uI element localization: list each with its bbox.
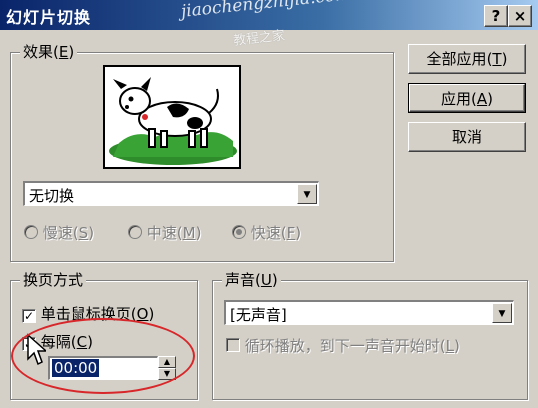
- sound-value: [无声音]: [230, 306, 287, 324]
- preview-image: [103, 65, 241, 169]
- radio-icon: [24, 225, 38, 239]
- checkbox-icon: [226, 338, 240, 352]
- apply-all-button[interactable]: 全部应用(T): [408, 44, 526, 74]
- close-icon: ×: [513, 7, 527, 25]
- check-icon: ✓: [22, 309, 36, 323]
- sound-group-label: 声音(U): [222, 269, 281, 290]
- speed-fast-radio[interactable]: 快速(F): [232, 222, 301, 243]
- transition-value: 无切换: [29, 187, 75, 205]
- watermark-cn: 教程之家: [232, 28, 286, 49]
- effect-group-label: 效果(E): [20, 41, 78, 62]
- close-button[interactable]: ×: [508, 5, 532, 27]
- chevron-down-icon[interactable]: ▼: [297, 184, 317, 204]
- radio-icon: [128, 225, 142, 239]
- speed-fast-label: 快速(F): [250, 224, 302, 242]
- speed-medium-radio[interactable]: 中速(M): [128, 222, 201, 243]
- speed-slow-radio[interactable]: 慢速(S): [24, 222, 94, 243]
- apply-button[interactable]: 应用(A): [408, 83, 526, 113]
- cow-picture-icon: [109, 77, 237, 165]
- highlight-circle: [11, 318, 195, 394]
- help-icon: ?: [491, 7, 501, 25]
- loop-checkbox[interactable]: 循环播放，到下一声音开始时(L): [226, 335, 460, 356]
- help-button[interactable]: ?: [484, 5, 508, 27]
- sound-select[interactable]: [无声音] ▼: [224, 300, 514, 325]
- transition-select[interactable]: 无切换 ▼: [23, 181, 319, 206]
- dialog-title: 幻灯片切换: [6, 8, 92, 27]
- radio-selected-icon: [232, 225, 246, 239]
- advance-group-label: 换页方式: [20, 269, 87, 290]
- chevron-down-icon[interactable]: ▼: [492, 303, 512, 323]
- speed-slow-label: 慢速(S): [42, 224, 95, 242]
- loop-label: 循环播放，到下一声音开始时(L): [244, 337, 460, 355]
- speed-medium-label: 中速(M): [146, 224, 202, 242]
- cancel-button[interactable]: 取消: [408, 122, 526, 152]
